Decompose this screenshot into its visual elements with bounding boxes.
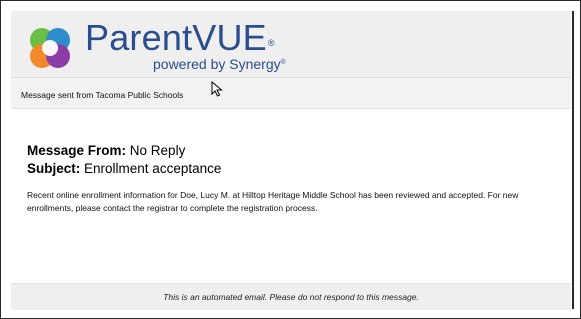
footer-text: This is an automated email. Please do no… <box>163 292 419 302</box>
email-viewer-frame: ParentVUE® powered by Synergy® Message s… <box>0 0 581 319</box>
message-body: Recent online enrollment information for… <box>27 190 519 213</box>
message-from: Message From: No Reply <box>27 143 186 158</box>
sender-info-bar: Message sent from Tacoma Public Schools <box>11 78 571 109</box>
sender-text: Message sent from Tacoma Public Schools <box>21 90 184 100</box>
frame-divider <box>572 11 574 309</box>
parentvue-logo-icon <box>30 28 70 68</box>
email-message: ParentVUE® powered by Synergy® Message s… <box>11 11 571 310</box>
email-header: ParentVUE® powered by Synergy® <box>11 11 571 78</box>
brand-tagline: powered by Synergy® <box>153 56 286 72</box>
email-footer: This is an automated email. Please do no… <box>11 283 571 310</box>
brand-name: ParentVUE® <box>85 17 275 58</box>
message-subject: Subject: Enrollment acceptance <box>27 161 222 176</box>
mouse-pointer-icon <box>211 81 223 97</box>
message-content: Message From: No Reply Subject: Enrollme… <box>11 109 571 283</box>
